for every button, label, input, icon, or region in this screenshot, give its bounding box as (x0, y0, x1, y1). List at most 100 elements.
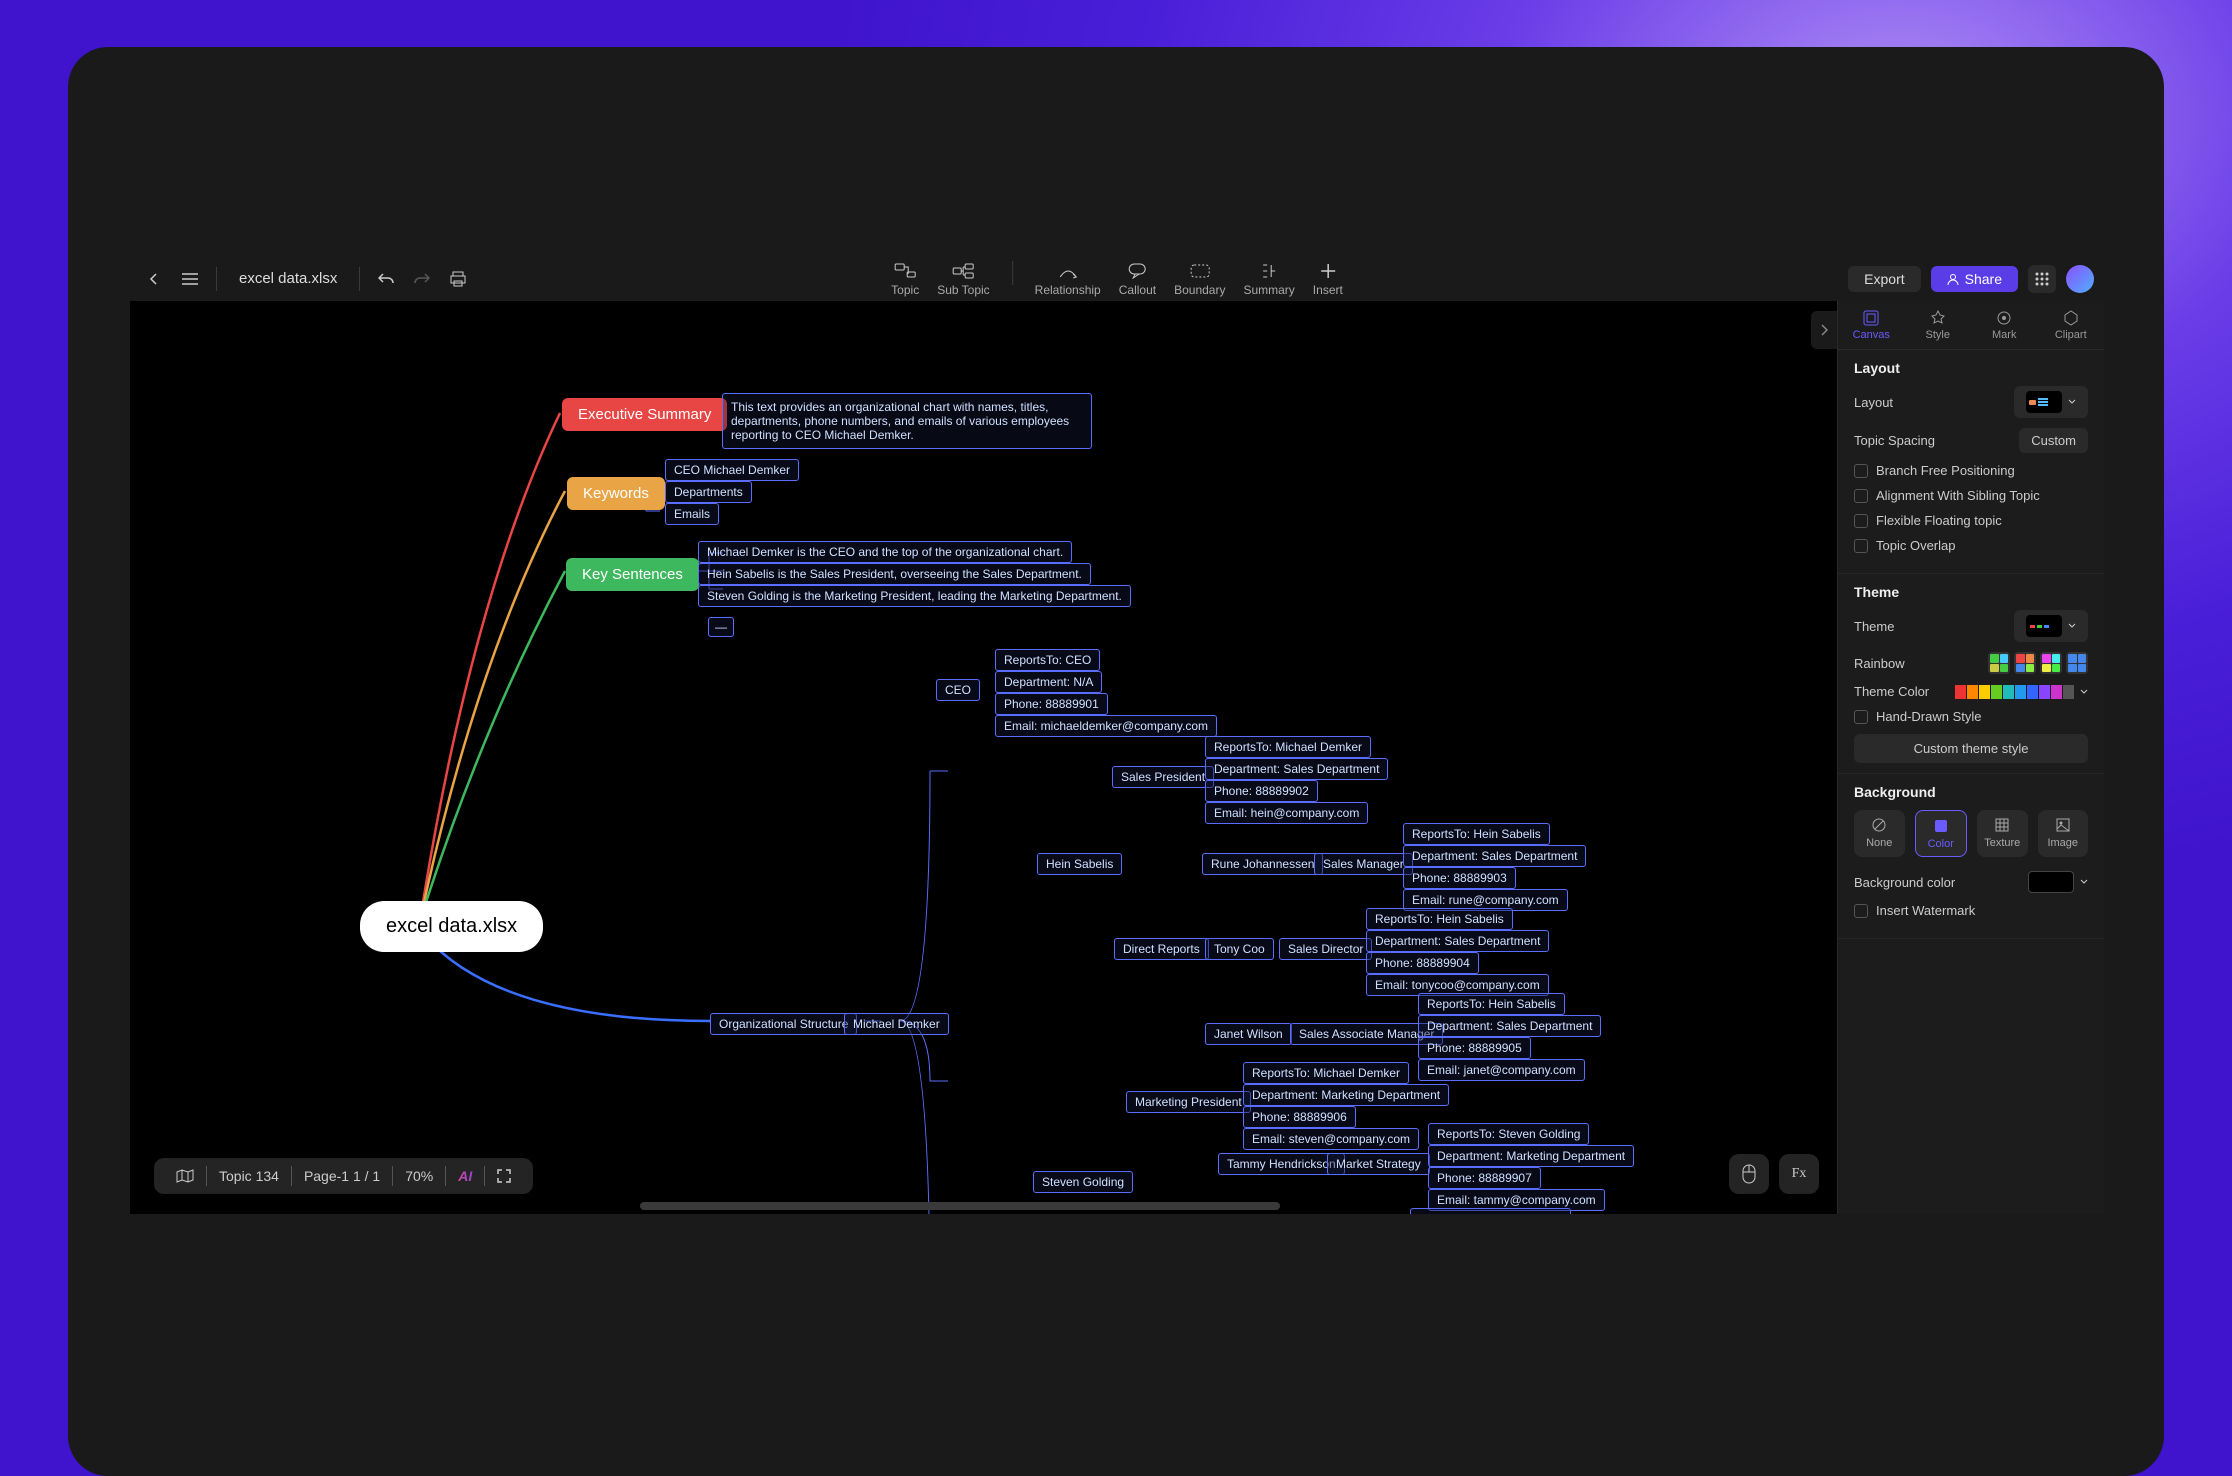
mindmap-canvas[interactable]: excel data.xlsx Executive Summary This t… (130, 301, 1837, 1214)
mp-detail[interactable]: Phone: 88889906 (1243, 1106, 1356, 1128)
menu-button[interactable] (176, 265, 204, 293)
page-indicator[interactable]: Page-1 1 / 1 (292, 1164, 392, 1188)
sentence-item[interactable]: Michael Demker is the CEO and the top of… (698, 541, 1072, 563)
node-sales-president[interactable]: Sales President (1112, 766, 1214, 788)
node-rune-role[interactable]: Sales Manager (1314, 853, 1413, 875)
theme-picker[interactable] (2014, 610, 2088, 642)
node-direct-reports[interactable]: Direct Reports (1114, 938, 1209, 960)
ceo-detail[interactable]: ReportsTo: CEO (995, 649, 1100, 671)
mp-detail[interactable]: ReportsTo: Michael Demker (1243, 1062, 1409, 1084)
ceo-detail[interactable]: Email: michaeldemker@company.com (995, 715, 1217, 737)
color-swatch[interactable] (1991, 685, 2002, 699)
tool-boundary[interactable]: Boundary (1174, 261, 1225, 297)
tab-clipart[interactable]: Clipart (2038, 301, 2105, 349)
node-tony[interactable]: Tony Coo (1205, 938, 1274, 960)
undo-button[interactable] (372, 265, 400, 293)
check-flexible[interactable]: Flexible Floating topic (1854, 513, 2088, 528)
rainbow-opt-2[interactable] (2014, 652, 2036, 674)
keyword-item[interactable]: Departments (665, 481, 752, 503)
collapse-icon[interactable]: — (708, 617, 734, 637)
back-button[interactable] (140, 265, 168, 293)
sp-detail[interactable]: ReportsTo: Michael Demker (1205, 736, 1371, 758)
ai-button[interactable]: AI (446, 1164, 484, 1188)
bg-none[interactable]: None (1854, 810, 1905, 857)
sentence-item[interactable]: Steven Golding is the Marketing Presiden… (698, 585, 1131, 607)
janet-detail[interactable]: Phone: 88889905 (1418, 1037, 1531, 1059)
rune-detail[interactable]: Phone: 88889903 (1403, 867, 1516, 889)
node-marketing-president[interactable]: Marketing President (1126, 1091, 1251, 1113)
node-steven[interactable]: Steven Golding (1033, 1171, 1133, 1193)
sentence-item[interactable]: Hein Sabelis is the Sales President, ove… (698, 563, 1091, 585)
rainbow-opt-3[interactable] (2040, 652, 2062, 674)
node-ceo[interactable]: CEO (936, 679, 980, 701)
keyword-item[interactable]: Emails (665, 503, 719, 525)
root-node[interactable]: excel data.xlsx (360, 901, 543, 952)
tammy-detail[interactable]: Department: Marketing Department (1428, 1145, 1634, 1167)
color-swatch[interactable] (2003, 685, 2014, 699)
check-alignment[interactable]: Alignment With Sibling Topic (1854, 488, 2088, 503)
node-tammy-role[interactable]: Market Strategy (1327, 1153, 1430, 1175)
color-swatch[interactable] (2027, 685, 2038, 699)
sp-detail[interactable]: Department: Sales Department (1205, 758, 1388, 780)
tool-topic[interactable]: Topic (891, 261, 919, 297)
color-swatch[interactable] (2015, 685, 2026, 699)
rainbow-opt-4[interactable] (2066, 652, 2088, 674)
bg-image[interactable]: Image (2038, 810, 2089, 857)
layout-picker[interactable] (2014, 386, 2088, 418)
tab-mark[interactable]: Mark (1971, 301, 2038, 349)
janet-detail[interactable]: Email: janet@company.com (1418, 1059, 1585, 1081)
horizontal-scrollbar[interactable] (640, 1202, 1280, 1210)
chevron-down-icon[interactable] (2080, 689, 2088, 695)
janet-detail[interactable]: ReportsTo: Hein Sabelis (1418, 993, 1565, 1015)
rune-detail[interactable]: ReportsTo: Hein Sabelis (1403, 823, 1550, 845)
extra-detail[interactable]: ReportsTo: Steven Golding (1410, 1208, 1571, 1214)
janet-detail[interactable]: Department: Sales Department (1418, 1015, 1601, 1037)
check-hand-drawn[interactable]: Hand-Drawn Style (1854, 709, 2088, 724)
node-janet[interactable]: Janet Wilson (1205, 1023, 1292, 1045)
mouse-mode-button[interactable] (1729, 1154, 1769, 1194)
ceo-detail[interactable]: Department: N/A (995, 671, 1102, 693)
tool-callout[interactable]: Callout (1119, 261, 1156, 297)
map-button[interactable] (164, 1165, 206, 1187)
node-org-structure[interactable]: Organizational Structure (710, 1013, 857, 1035)
panel-collapse[interactable] (1811, 311, 1837, 349)
mp-detail[interactable]: Department: Marketing Department (1243, 1084, 1449, 1106)
tony-detail[interactable]: ReportsTo: Hein Sabelis (1366, 908, 1513, 930)
fullscreen-button[interactable] (485, 1165, 523, 1187)
redo-button[interactable] (408, 265, 436, 293)
node-rune[interactable]: Rune Johannessen (1202, 853, 1323, 875)
tammy-detail[interactable]: Phone: 88889907 (1428, 1167, 1541, 1189)
color-swatch[interactable] (2051, 685, 2062, 699)
bg-color[interactable]: Color (1915, 810, 1968, 857)
rainbow-opt-1[interactable] (1988, 652, 2010, 674)
color-swatch[interactable] (1955, 685, 1966, 699)
rune-detail[interactable]: Department: Sales Department (1403, 845, 1586, 867)
sp-detail[interactable]: Email: hein@company.com (1205, 802, 1368, 824)
node-michael[interactable]: Michael Demker (844, 1013, 949, 1035)
chevron-down-icon[interactable] (2080, 879, 2088, 885)
node-keywords[interactable]: Keywords (567, 477, 665, 510)
node-key-sentences[interactable]: Key Sentences (566, 558, 699, 591)
export-button[interactable]: Export (1848, 266, 1920, 292)
color-swatch[interactable] (2039, 685, 2050, 699)
fx-button[interactable]: Fx (1779, 1154, 1819, 1194)
node-tony-role[interactable]: Sales Director (1279, 938, 1372, 960)
color-swatch[interactable] (1967, 685, 1978, 699)
color-swatch[interactable] (2063, 685, 2074, 699)
mp-detail[interactable]: Email: steven@company.com (1243, 1128, 1419, 1150)
tool-subtopic[interactable]: Sub Topic (937, 261, 989, 297)
node-exec-summary[interactable]: Executive Summary (562, 398, 727, 431)
zoom-level[interactable]: 70% (393, 1164, 445, 1188)
spacing-picker[interactable]: Custom (2019, 428, 2088, 453)
tab-canvas[interactable]: Canvas (1838, 301, 1905, 349)
custom-theme-button[interactable]: Custom theme style (1854, 734, 2088, 763)
node-tammy[interactable]: Tammy Hendrickson (1218, 1153, 1345, 1175)
tool-insert[interactable]: Insert (1313, 261, 1343, 297)
tab-style[interactable]: Style (1905, 301, 1972, 349)
bg-color-swatch[interactable] (2028, 871, 2074, 893)
exec-summary-text[interactable]: This text provides an organizational cha… (722, 393, 1092, 449)
tool-relationship[interactable]: Relationship (1035, 261, 1101, 297)
check-branch-free[interactable]: Branch Free Positioning (1854, 463, 2088, 478)
sp-detail[interactable]: Phone: 88889902 (1205, 780, 1318, 802)
tammy-detail[interactable]: ReportsTo: Steven Golding (1428, 1123, 1589, 1145)
